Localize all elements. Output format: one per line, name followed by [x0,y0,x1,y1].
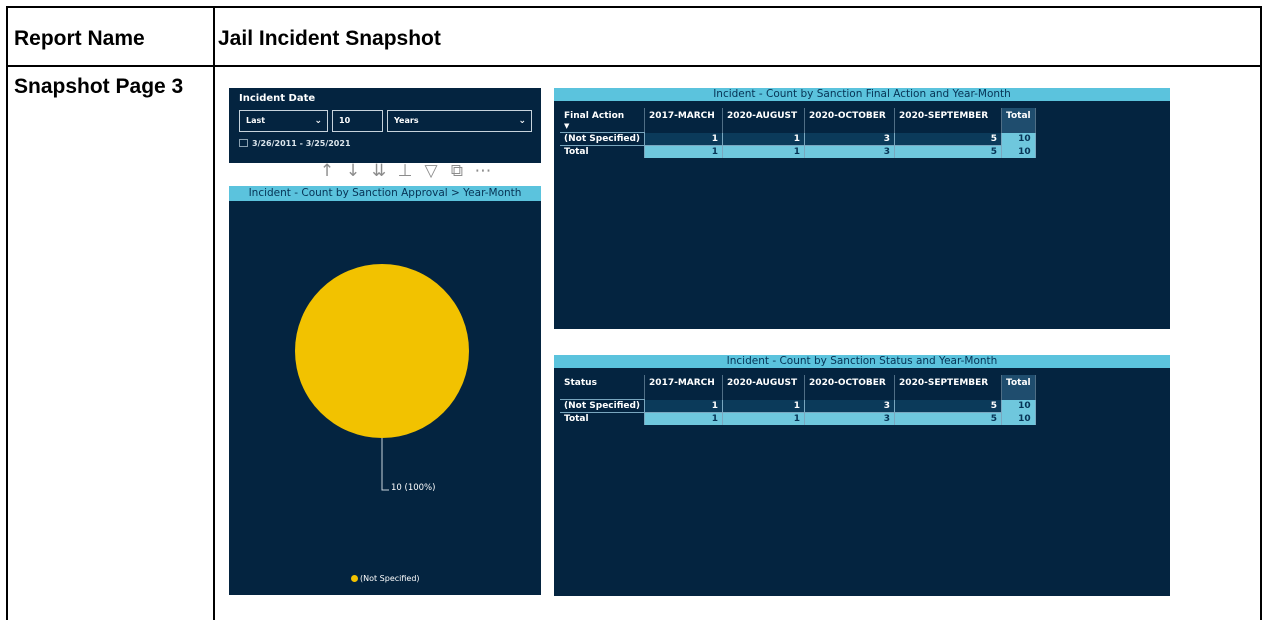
cell-total[interactable]: 10 [1001,132,1036,146]
row-label[interactable]: (Not Specified) [560,132,646,146]
cell[interactable]: 1 [722,412,806,425]
pie-data-label: 10 (100%) [391,483,436,493]
matrix2-col-header-total[interactable]: Total [1001,375,1036,400]
column-divider [213,8,215,620]
cell[interactable]: 5 [894,145,1003,158]
table-row-total: Total 1 1 3 5 10 [560,145,1036,158]
chevron-down-icon: ⌄ [518,116,526,126]
slicer-mode-value: Last [246,116,266,125]
row-label[interactable]: Total [560,412,646,425]
pie-legend[interactable]: (Not Specified) [351,574,420,583]
table-row: (Not Specified) 1 1 3 5 10 [560,132,1036,146]
table-row: (Not Specified) 1 1 3 5 10 [560,399,1036,413]
cell[interactable]: 3 [804,399,896,413]
status-matrix-panel: Incident - Count by Sanction Status and … [554,355,1170,596]
cell[interactable]: 1 [722,145,806,158]
calendar-icon [239,139,248,147]
focus-mode-icon[interactable]: ⧉ [445,160,469,182]
double-down-arrow-icon[interactable]: ⇊ [367,160,391,182]
matrix2-col-header[interactable]: 2017-MARCH [644,375,724,400]
pie-chart-panel: Incident - Count by Sanction Approval > … [229,186,541,595]
cell-total[interactable]: 10 [1001,412,1036,425]
cell[interactable]: 1 [722,399,806,413]
slicer-unit-dropdown[interactable]: Years ⌄ [387,110,532,132]
cell-total[interactable]: 10 [1001,399,1036,413]
incident-date-slicer: Incident Date Last ⌄ 10 Years ⌄ 3/26/201… [229,88,541,163]
cell[interactable]: 1 [644,132,724,146]
filter-icon[interactable]: ▽ [419,160,443,182]
pie-leader-line [381,438,389,491]
legend-label: (Not Specified) [360,574,420,583]
matrix2-col-header[interactable]: 2020-OCTOBER [804,375,896,400]
matrix1-col-header[interactable]: 2017-MARCH [644,108,724,133]
cell[interactable]: 3 [804,145,896,158]
matrix1-col-header-total[interactable]: Total [1001,108,1036,133]
slicer-title: Incident Date [239,93,316,104]
pie-chart [295,264,469,491]
row-divider [8,65,1260,67]
snapshot-page-label: Snapshot Page 3 [14,75,184,98]
sort-descending-icon: ▼ [564,122,570,130]
matrix1-col-header[interactable]: 2020-OCTOBER [804,108,896,133]
pie-slice-not-specified[interactable] [295,264,469,438]
final-action-matrix: Final Action ▼ 2017-MARCH 2020-AUGUST 202… [560,108,1036,158]
report-name-value: Jail Incident Snapshot [218,27,441,50]
matrix1-col-header[interactable]: 2020-AUGUST [722,108,806,133]
cell[interactable]: 5 [894,412,1003,425]
slicer-range-text: 3/26/2011 - 3/25/2021 [252,139,351,148]
slicer-date-range: 3/26/2011 - 3/25/2021 [239,139,351,148]
visual-header-toolbar: ↑ ↓ ⇊ ⊥ ▽ ⧉ ⋯ [315,160,495,182]
slicer-mode-dropdown[interactable]: Last ⌄ [239,110,328,132]
cell[interactable]: 3 [804,412,896,425]
chevron-down-icon: ⌄ [314,116,322,126]
expand-hierarchy-icon[interactable]: ⊥ [393,160,417,182]
matrix2-col-header[interactable]: 2020-AUGUST [722,375,806,400]
cell[interactable]: 1 [644,145,724,158]
cell[interactable]: 3 [804,132,896,146]
matrix2-col-header[interactable]: 2020-SEPTEMBER [894,375,1003,400]
more-options-icon[interactable]: ⋯ [471,160,495,182]
cell[interactable]: 5 [894,399,1003,413]
cell-total[interactable]: 10 [1001,145,1036,158]
slicer-unit-value: Years [394,116,419,125]
row-label[interactable]: (Not Specified) [560,399,646,413]
report-name-label: Report Name [14,27,145,50]
status-matrix: Status 2017-MARCH 2020-AUGUST 2020-OCTOB… [560,375,1036,425]
matrix2-row-header[interactable]: Status [560,375,646,400]
cell[interactable]: 1 [644,412,724,425]
matrix1-title: Incident - Count by Sanction Final Actio… [554,88,1170,101]
slicer-count-input[interactable]: 10 [332,110,383,132]
slicer-count-value: 10 [339,116,351,125]
down-arrow-icon[interactable]: ↓ [341,160,365,182]
cell[interactable]: 1 [644,399,724,413]
legend-marker [351,575,358,582]
table-row-total: Total 1 1 3 5 10 [560,412,1036,425]
cell[interactable]: 5 [894,132,1003,146]
cell[interactable]: 1 [722,132,806,146]
final-action-matrix-panel: Incident - Count by Sanction Final Actio… [554,88,1170,329]
matrix1-col-header[interactable]: 2020-SEPTEMBER [894,108,1003,133]
row-label[interactable]: Total [560,145,646,158]
matrix2-title: Incident - Count by Sanction Status and … [554,355,1170,368]
up-arrow-icon[interactable]: ↑ [315,160,339,182]
matrix1-row-header[interactable]: Final Action ▼ [560,108,646,133]
